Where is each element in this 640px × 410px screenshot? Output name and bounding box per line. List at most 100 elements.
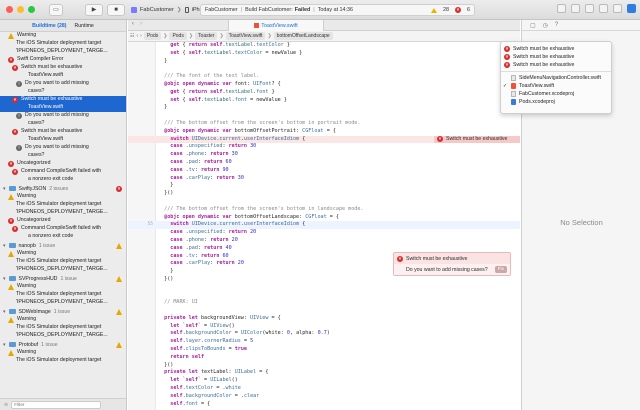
code-review-button[interactable] <box>571 4 580 13</box>
code-line[interactable]: get { return self.textLabel.textColor } <box>128 42 520 50</box>
code-line[interactable] <box>128 307 520 315</box>
code-line[interactable]: case .unspecified: return 30 <box>128 143 520 151</box>
issue-row[interactable]: ToastView.swift <box>0 104 126 112</box>
fix-it-suggestion-row[interactable]: Do you want to add missing cases? Fix <box>394 264 510 275</box>
warning-count[interactable]: 28 <box>443 7 449 13</box>
sidebar-toggle-button[interactable]: ▭ <box>49 3 63 16</box>
code-line[interactable]: } <box>128 104 520 112</box>
tab-runtime[interactable]: Runtime <box>74 23 93 29</box>
code-line[interactable]: @objc open dynamic var font: UIFont? { <box>128 81 520 89</box>
issue-row[interactable]: Warning <box>0 349 126 357</box>
issue-row[interactable]: 'IPHONEOS_DEPLOYMENT_TARGE... <box>0 299 126 307</box>
inspector-toggle-button[interactable] <box>627 4 636 13</box>
menu-item-file[interactable]: FabCustomer.xcodeproj <box>501 90 611 98</box>
issue-group-svprogresshud[interactable]: ▾ SVProgressHUD 1 issue <box>0 274 126 283</box>
code-line[interactable]: switch UIDevice.current.userInterfaceIdi… <box>128 135 520 144</box>
menu-item-error[interactable]: × Switch must be exhaustive <box>501 45 611 53</box>
issue-group-nanopb[interactable]: ▾ nanopb 1 issue <box>0 241 126 250</box>
issue-group-sdwebimage[interactable]: ▾ SDWebImage 1 issue <box>0 307 126 316</box>
issue-row[interactable]: ! Do you want to add missing <box>0 80 126 88</box>
jump-item-file[interactable]: ToastView.swift <box>225 32 266 40</box>
jump-item-pods-project[interactable]: Pods <box>143 32 162 40</box>
code-line[interactable]: }() <box>128 362 520 370</box>
file-inspector-icon[interactable]: ▢ <box>530 22 536 29</box>
issue-row[interactable]: Warning <box>0 32 126 40</box>
issue-row[interactable]: 'IPHONEOS_DEPLOYMENT_TARGE... <box>0 332 126 340</box>
disclosure-triangle-icon[interactable]: ▾ <box>3 342 6 348</box>
disclosure-triangle-icon[interactable]: ▾ <box>3 186 6 192</box>
code-line[interactable]: return self <box>128 354 520 362</box>
quick-help-icon[interactable]: ? <box>555 22 558 28</box>
code-line[interactable]: } <box>128 182 520 190</box>
code-area[interactable]: get { return self.textLabel.textColor } … <box>128 42 520 408</box>
code-line[interactable]: self.backgroundColor = UIColor(white: 0,… <box>128 330 520 338</box>
issue-row[interactable]: Warning <box>0 250 126 258</box>
issue-row[interactable]: × Switch must be exhaustive <box>0 96 126 104</box>
issue-row[interactable]: 'IPHONEOS_DEPLOYMENT_TARGE... <box>0 209 126 217</box>
issue-row[interactable]: The iOS Simulator deployment target <box>0 357 126 365</box>
code-line[interactable]: set { self.textLabel.textColor = newValu… <box>128 50 520 58</box>
tab-buildtime[interactable]: Buildtime (28) <box>32 23 66 29</box>
disclosure-triangle-icon[interactable]: ▾ <box>3 309 6 315</box>
issue-row[interactable]: The iOS Simulator deployment target <box>0 201 126 209</box>
issue-row[interactable]: × Swift Compiler Error <box>0 56 126 64</box>
issue-row[interactable]: ! Do you want to add missing <box>0 144 126 152</box>
issue-row[interactable]: a nonzero exit code <box>0 233 126 241</box>
issue-row[interactable]: × Switch must be exhaustive <box>0 64 126 72</box>
issue-row[interactable]: Warning <box>0 193 126 201</box>
code-line[interactable]: /// The font of the text label. <box>128 73 520 81</box>
code-line[interactable]: self.backgroundColor = .clear <box>128 393 520 401</box>
navigator-toggle-button[interactable] <box>599 4 608 13</box>
editor-tab[interactable]: ToastView.swift <box>228 20 324 31</box>
code-line[interactable]: }() <box>128 190 520 198</box>
issue-row[interactable]: × Uncategorized <box>0 217 126 225</box>
code-line[interactable]: @objc open dynamic var bottomOffsetPortr… <box>128 128 520 136</box>
editor-layout-button[interactable] <box>585 4 594 13</box>
code-line[interactable]: self.textColor = .white <box>128 385 520 393</box>
issue-row[interactable]: 'IPHONEOS_DEPLOYMENT_TARGE... <box>0 266 126 274</box>
debug-area-toggle-button[interactable] <box>613 4 622 13</box>
code-line[interactable]: set { self.textLabel.font = newValue } <box>128 97 520 105</box>
issue-row[interactable]: cases? <box>0 152 126 160</box>
inline-error-annotation[interactable]: × Switch must be exhaustive <box>434 135 520 144</box>
jump-item-symbol[interactable]: bottomOffsetLandscape <box>273 32 333 40</box>
issue-row[interactable]: Warning <box>0 316 126 324</box>
code-line[interactable]: /// The bottom offset from the screen's … <box>128 206 520 214</box>
menu-item-error[interactable]: × Switch must be exhaustive <box>501 53 611 61</box>
code-line[interactable]: case .unspecified: return 20 <box>128 229 520 237</box>
close-window-button[interactable] <box>6 6 13 13</box>
filter-input[interactable] <box>11 400 102 409</box>
issue-row[interactable]: a nonzero exit code <box>0 176 126 184</box>
issue-row[interactable]: × Uncategorized <box>0 160 126 168</box>
issue-row[interactable]: Warning <box>0 283 126 291</box>
code-line[interactable]: }() <box>128 276 520 284</box>
code-line[interactable] <box>128 284 520 292</box>
issue-row[interactable]: 'IPHONEOS_DEPLOYMENT_TARGE... <box>0 48 126 56</box>
issue-row[interactable]: The iOS Simulator deployment target <box>0 40 126 48</box>
code-line[interactable]: case .phone: return 30 <box>128 151 520 159</box>
zoom-window-button[interactable] <box>28 6 35 13</box>
fix-button[interactable]: Fix <box>494 266 507 273</box>
issue-group-protobuf[interactable]: ▾ Protobuf 1 issue <box>0 340 126 349</box>
minimize-window-button[interactable] <box>17 6 24 13</box>
issue-row[interactable]: cases? <box>0 88 126 96</box>
issue-row[interactable]: The iOS Simulator deployment target <box>0 324 126 332</box>
code-line[interactable]: /// The bottom offset from the screen's … <box>128 120 520 128</box>
menu-item-file[interactable]: SideMenuNavigationController.swift <box>501 74 611 82</box>
code-line[interactable] <box>128 292 520 300</box>
code-line[interactable]: self.layer.cornerRadius = 5 <box>128 338 520 346</box>
code-line[interactable] <box>128 65 520 73</box>
code-line[interactable]: self.clipsToBounds = true <box>128 346 520 354</box>
issue-row[interactable]: ToastView.swift <box>0 136 126 144</box>
code-line[interactable]: } <box>128 58 520 66</box>
issue-row[interactable]: × Command CompileSwift failed with <box>0 225 126 233</box>
code-line[interactable]: private let textLabel: UILabel = { <box>128 369 520 377</box>
jump-back-button[interactable]: ‹ <box>136 33 138 39</box>
issue-row[interactable]: × Command CompileSwift failed with <box>0 168 126 176</box>
code-line[interactable]: case .tv: return 90 <box>128 167 520 175</box>
menu-item-file[interactable]: ✓ ToastView.swift <box>501 82 611 90</box>
disclosure-triangle-icon[interactable]: ▾ <box>3 276 6 282</box>
back-button[interactable]: ‹ <box>132 21 134 27</box>
issue-row[interactable]: The iOS Simulator deployment target <box>0 258 126 266</box>
code-line[interactable]: case .carPlay: return 30 <box>128 175 520 183</box>
